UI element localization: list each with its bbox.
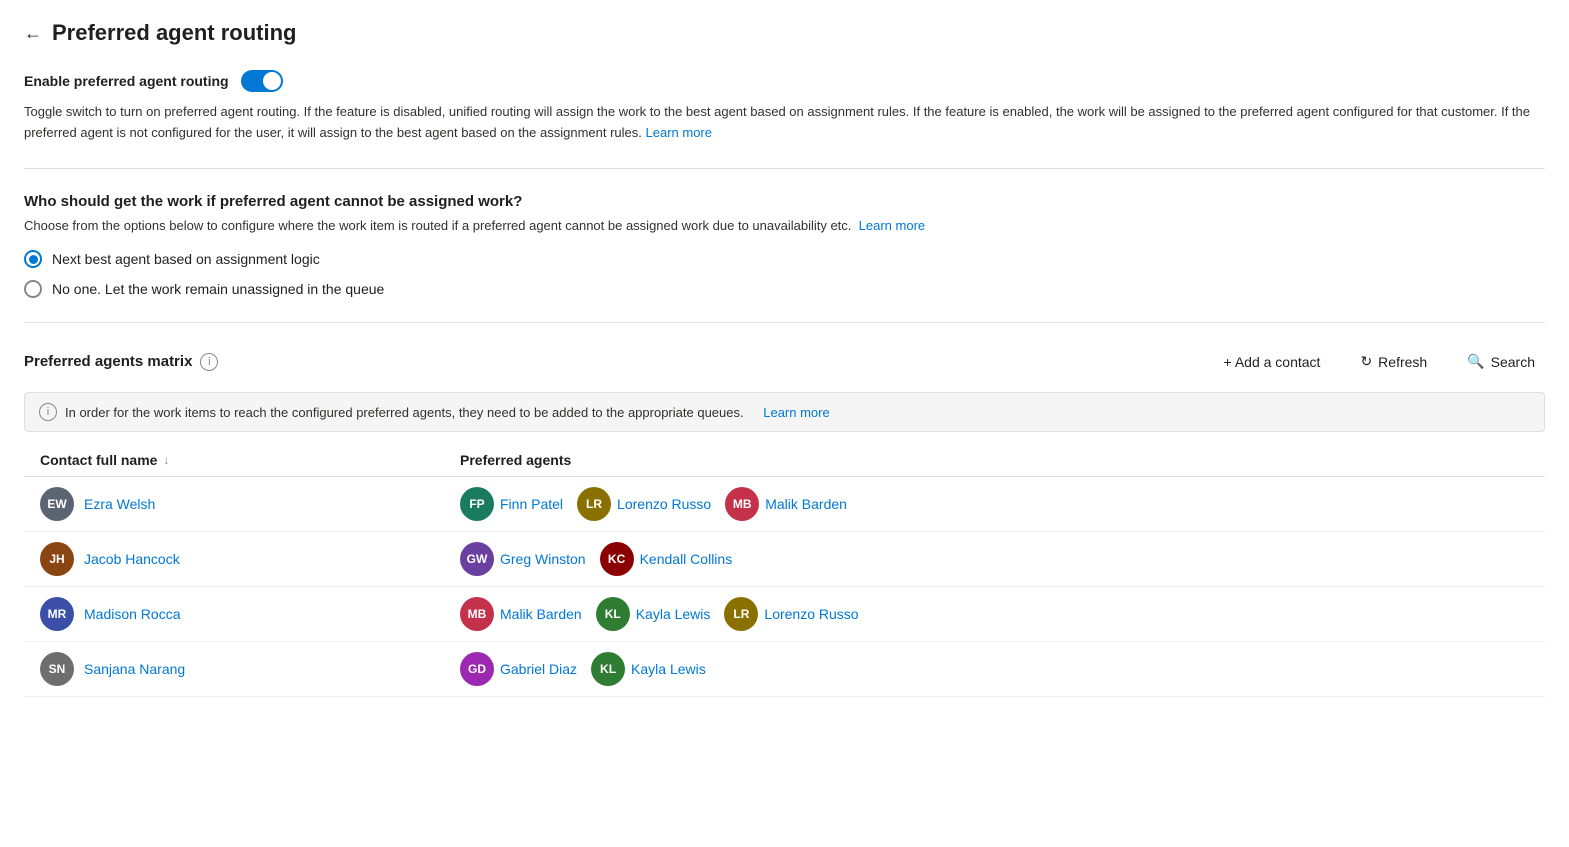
table-header: Contact full name ↓ Preferred agents [24, 444, 1545, 477]
search-button[interactable]: 🔍 Search [1457, 347, 1545, 376]
agents-cell: FP Finn Patel LR Lorenzo Russo MB Malik Barde… [460, 487, 1529, 521]
sort-arrow-icon[interactable]: ↓ [163, 453, 169, 467]
matrix-info-icon[interactable]: i [200, 353, 218, 371]
enable-toggle[interactable] [241, 70, 283, 92]
enable-section: Enable preferred agent routing Toggle sw… [24, 70, 1545, 169]
table-body: EWEzra WelshFPFinn PatelLRLorenzo RussoM… [24, 477, 1545, 697]
table-row: EW Ezra Welsh FP Finn Patel LR Lorenzo Russo M… [24, 477, 1545, 532]
contact-avatar: JH [40, 542, 74, 576]
refresh-icon: ↻ [1360, 353, 1372, 370]
contact-avatar: SN [40, 652, 74, 686]
info-banner-text: In order for the work items to reach the… [65, 405, 744, 420]
agent-item: FP Finn Patel [460, 487, 563, 521]
agent-name[interactable]: Greg Winston [500, 551, 586, 567]
agent-name[interactable]: Kendall Collins [640, 551, 733, 567]
agents-cell: GD Gabriel Diaz KL Kayla Lewis [460, 652, 1529, 686]
agent-avatar: LR [724, 597, 758, 631]
agent-item: LR Lorenzo Russo [577, 487, 711, 521]
page-title: Preferred agent routing [52, 20, 296, 46]
radio-circle-2 [24, 280, 42, 298]
agent-item: KL Kayla Lewis [596, 597, 711, 631]
routing-heading: Who should get the work if preferred age… [24, 193, 1545, 210]
page-container: ← Preferred agent routing Enable preferr… [0, 0, 1569, 847]
agent-avatar: GD [460, 652, 494, 686]
radio-group: Next best agent based on assignment logi… [24, 250, 1545, 298]
column-preferred-agents: Preferred agents [460, 452, 1529, 468]
agent-avatar: GW [460, 542, 494, 576]
matrix-actions: + Add a contact ↻ Refresh 🔍 Search [1214, 347, 1545, 376]
agent-item: GD Gabriel Diaz [460, 652, 577, 686]
refresh-label: Refresh [1378, 354, 1427, 370]
agent-name[interactable]: Malik Barden [500, 606, 582, 622]
agent-name[interactable]: Kayla Lewis [636, 606, 711, 622]
agent-avatar: KL [596, 597, 630, 631]
matrix-title: Preferred agents matrix [24, 353, 192, 370]
agent-avatar: LR [577, 487, 611, 521]
agent-avatar: KC [600, 542, 634, 576]
enable-row: Enable preferred agent routing [24, 70, 1545, 92]
add-contact-label: + Add a contact [1224, 354, 1321, 370]
agent-name[interactable]: Gabriel Diaz [500, 661, 577, 677]
agent-name[interactable]: Lorenzo Russo [764, 606, 858, 622]
contact-cell: SN Sanjana Narang [40, 652, 460, 686]
agents-cell: MB Malik Barden KL Kayla Lewis LR Lorenzo Rus… [460, 597, 1529, 631]
routing-description: Choose from the options below to configu… [24, 216, 1545, 237]
contact-name[interactable]: Sanjana Narang [84, 661, 185, 677]
agent-avatar: MB [460, 597, 494, 631]
radio-label-2: No one. Let the work remain unassigned i… [52, 281, 384, 297]
matrix-title-row: Preferred agents matrix i [24, 353, 218, 371]
matrix-section: Preferred agents matrix i + Add a contac… [24, 347, 1545, 721]
agent-item: MB Malik Barden [725, 487, 847, 521]
radio-option-2[interactable]: No one. Let the work remain unassigned i… [24, 280, 1545, 298]
enable-learn-more-link[interactable]: Learn more [646, 125, 712, 140]
agent-name[interactable]: Malik Barden [765, 496, 847, 512]
agent-name[interactable]: Lorenzo Russo [617, 496, 711, 512]
agent-item: KC Kendall Collins [600, 542, 733, 576]
contact-cell: JH Jacob Hancock [40, 542, 460, 576]
agent-item: LR Lorenzo Russo [724, 597, 858, 631]
back-button[interactable]: ← [24, 23, 42, 44]
contact-name[interactable]: Madison Rocca [84, 606, 181, 622]
contact-cell: MR Madison Rocca [40, 597, 460, 631]
routing-section: Who should get the work if preferred age… [24, 193, 1545, 324]
routing-learn-more-link[interactable]: Learn more [859, 218, 925, 233]
info-banner: i In order for the work items to reach t… [24, 392, 1545, 432]
contact-name[interactable]: Ezra Welsh [84, 496, 155, 512]
refresh-button[interactable]: ↻ Refresh [1350, 347, 1437, 376]
agent-avatar: KL [591, 652, 625, 686]
page-header: ← Preferred agent routing [24, 20, 1545, 46]
contact-cell: EW Ezra Welsh [40, 487, 460, 521]
radio-option-1[interactable]: Next best agent based on assignment logi… [24, 250, 1545, 268]
agent-item: KL Kayla Lewis [591, 652, 706, 686]
info-banner-learn-more[interactable]: Learn more [763, 405, 829, 420]
info-banner-icon: i [39, 403, 57, 421]
agent-name[interactable]: Kayla Lewis [631, 661, 706, 677]
search-icon: 🔍 [1467, 353, 1484, 370]
enable-label: Enable preferred agent routing [24, 73, 229, 89]
agent-avatar: MB [725, 487, 759, 521]
matrix-header: Preferred agents matrix i + Add a contac… [24, 347, 1545, 376]
table-row: MR Madison Rocca MB Malik Barden KL Kayla Lew… [24, 587, 1545, 642]
contact-avatar: MR [40, 597, 74, 631]
contact-name[interactable]: Jacob Hancock [84, 551, 180, 567]
radio-label-1: Next best agent based on assignment logi… [52, 251, 320, 267]
agent-name[interactable]: Finn Patel [500, 496, 563, 512]
enable-description: Toggle switch to turn on preferred agent… [24, 102, 1545, 144]
agent-avatar: FP [460, 487, 494, 521]
table-row: JH Jacob Hancock GW Greg Winston KC Kendall C… [24, 532, 1545, 587]
add-contact-button[interactable]: + Add a contact [1214, 348, 1331, 376]
agents-cell: GW Greg Winston KC Kendall Collins [460, 542, 1529, 576]
column-contact-name: Contact full name ↓ [40, 452, 460, 468]
search-label: Search [1491, 354, 1535, 370]
agent-item: GW Greg Winston [460, 542, 586, 576]
contact-avatar: EW [40, 487, 74, 521]
radio-circle-1 [24, 250, 42, 268]
agent-item: MB Malik Barden [460, 597, 582, 631]
table-row: SN Sanjana Narang GD Gabriel Diaz KL Kayla Le… [24, 642, 1545, 697]
